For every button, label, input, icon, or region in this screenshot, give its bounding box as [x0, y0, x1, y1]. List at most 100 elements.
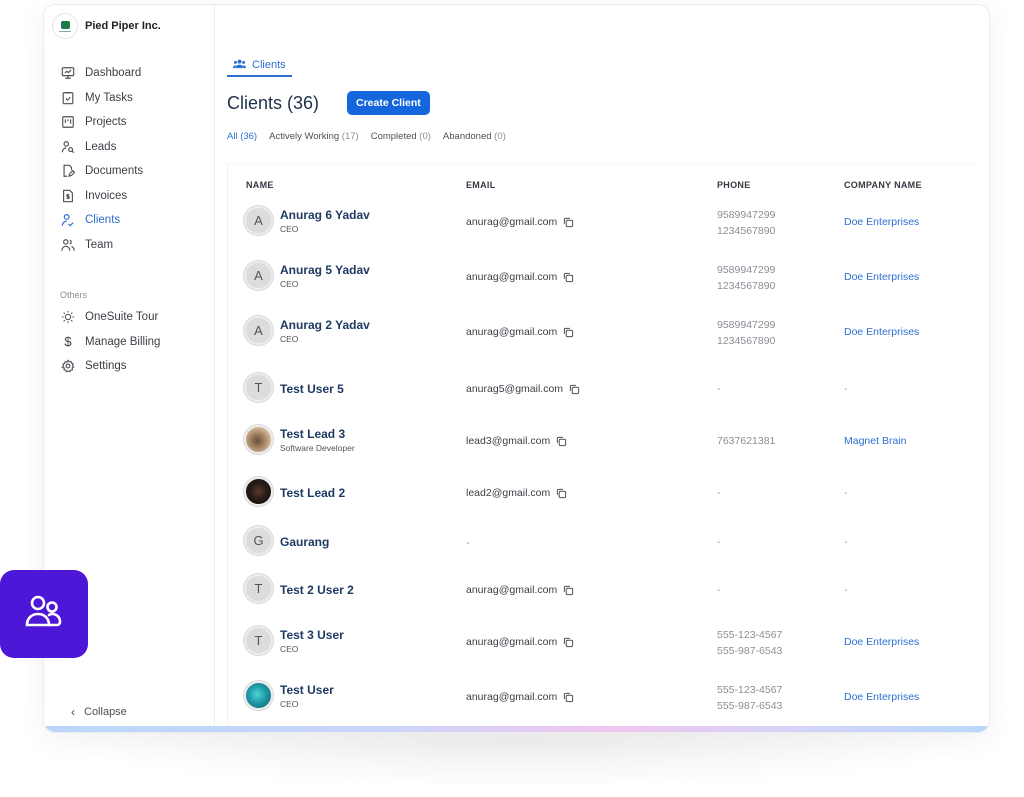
email-text: lead3@gmail.com [466, 435, 551, 447]
table-row[interactable]: Test Lead 2 lead2@gmail.com - - [228, 473, 977, 513]
sidebar-item-leads[interactable]: Leads [61, 135, 143, 160]
copy-icon[interactable] [563, 327, 574, 338]
document-edit-icon [61, 164, 75, 178]
sidebar-item-label: Team [85, 238, 114, 251]
avatar-initial: A [254, 323, 263, 338]
sidebar-item-documents[interactable]: Documents [61, 159, 143, 184]
sidebar-item-label: Invoices [85, 189, 128, 202]
phone-cell: - [717, 382, 721, 398]
sidebar-item-label: Manage Billing [85, 335, 161, 348]
copy-icon[interactable] [556, 436, 567, 447]
table-row[interactable]: T Test 2 User 2 anurag@gmail.com - - [228, 570, 977, 610]
phone-primary: - [717, 536, 721, 548]
sidebar-item-label: Projects [85, 116, 127, 129]
email-cell: lead3@gmail.com [466, 435, 567, 447]
table-row[interactable]: A Anurag 5 Yadav CEO anurag@gmail.com 958994… [228, 257, 977, 297]
sidebar-item-invoices[interactable]: Invoices [61, 184, 143, 209]
phone-cell: 7637621381 [717, 434, 775, 450]
sidebar-item-settings[interactable]: Settings [61, 354, 160, 379]
copy-icon[interactable] [563, 217, 574, 228]
filter-actively-working[interactable]: Actively Working (17) [269, 131, 359, 142]
tab-clients[interactable]: Clients [227, 55, 292, 77]
sidebar-item-onesuite-tour[interactable]: OneSuite Tour [61, 305, 160, 330]
column-header-phone[interactable]: PHONE [717, 180, 751, 190]
client-name-link[interactable]: Test Lead 3 [280, 427, 345, 441]
create-client-button[interactable]: Create Client [347, 91, 430, 115]
column-header-company-name[interactable]: COMPANY NAME [844, 180, 922, 190]
table-row[interactable]: Test User CEO anurag@gmail.com 555-123-4567… [228, 677, 977, 717]
column-header-email[interactable]: EMAIL [466, 180, 496, 190]
company-link[interactable]: Doe Enterprises [844, 636, 919, 648]
table-row[interactable]: T Test 3 User CEO anurag@gmail.com 555-123-4… [228, 622, 977, 662]
avatar-photo [244, 681, 273, 710]
email-text: anurag@gmail.com [466, 691, 558, 703]
copy-icon[interactable] [563, 637, 574, 648]
clients-feature-badge [0, 570, 88, 658]
client-name-link[interactable]: Anurag 6 Yadav [280, 208, 370, 222]
phone-secondary: 1234567890 [717, 279, 776, 292]
sidebar-item-projects[interactable]: Projects [61, 110, 143, 135]
copy-icon[interactable] [563, 585, 574, 596]
phone-primary: - [717, 383, 721, 395]
dollar-icon: $ [64, 334, 72, 350]
client-name-link[interactable]: Test User [280, 683, 334, 697]
table-row[interactable]: A Anurag 2 Yadav CEO anurag@gmail.com 958994… [228, 312, 977, 352]
company-link[interactable]: Doe Enterprises [844, 691, 919, 703]
avatar-initial: G [253, 533, 264, 548]
company-link[interactable]: Doe Enterprises [844, 271, 919, 283]
avatar: T [244, 574, 273, 603]
sidebar-item-my-tasks[interactable]: My Tasks [61, 86, 143, 111]
phone-cell: 555-123-4567 555-987-6543 [717, 683, 782, 714]
email-text: anurag@gmail.com [466, 584, 558, 596]
phone-secondary: 555-987-6543 [717, 644, 783, 657]
company-empty: - [844, 584, 848, 596]
filter-count: (0) [494, 131, 506, 142]
client-name-link[interactable]: Test User 5 [280, 382, 344, 396]
client-name-link[interactable]: Gaurang [280, 535, 329, 549]
copy-icon[interactable] [563, 272, 574, 283]
copy-icon[interactable] [569, 384, 580, 395]
company-link[interactable]: Doe Enterprises [844, 216, 919, 228]
client-role: CEO [280, 644, 299, 654]
table-row[interactable]: Test Lead 3 Software Developer lead3@gmail… [228, 421, 977, 461]
collapse-sidebar-button[interactable]: ‹ Collapse [71, 705, 127, 719]
client-name-link[interactable]: Test 3 User [280, 628, 344, 642]
client-name-link[interactable]: Test 2 User 2 [280, 583, 354, 597]
copy-icon[interactable] [563, 692, 574, 703]
company-link[interactable]: Doe Enterprises [844, 326, 919, 338]
phone-cell: 555-123-4567 555-987-6543 [717, 628, 782, 659]
sidebar-item-label: Clients [85, 214, 121, 227]
client-name-link[interactable]: Anurag 5 Yadav [280, 263, 370, 277]
phone-primary: 9589947299 [717, 264, 776, 276]
client-role: CEO [280, 334, 299, 344]
email-cell: anurag@gmail.com [466, 326, 574, 338]
table-row[interactable]: A Anurag 6 Yadav CEO anurag@gmail.com 958994… [228, 202, 977, 242]
status-filters: All (36) Actively Working (17) Completed… [227, 131, 506, 142]
avatar-initial: A [254, 213, 263, 228]
filter-all[interactable]: All (36) [227, 131, 257, 142]
email-cell: anurag@gmail.com [466, 271, 574, 283]
user-check-icon [61, 213, 75, 227]
company-link[interactable]: Magnet Brain [844, 435, 906, 447]
sidebar-item-manage-billing[interactable]: $ Manage Billing [61, 330, 160, 355]
email-cell: lead2@gmail.com [466, 487, 567, 499]
sidebar-item-team[interactable]: Team [61, 233, 143, 258]
column-header-name[interactable]: NAME [246, 180, 274, 190]
invoice-icon [61, 189, 75, 203]
sidebar-item-clients[interactable]: Clients [61, 208, 143, 233]
sidebar-item-dashboard[interactable]: Dashboard [61, 61, 143, 86]
filter-abandoned[interactable]: Abandoned (0) [443, 131, 506, 142]
filter-completed[interactable]: Completed (0) [371, 131, 431, 142]
table-row[interactable]: G Gaurang - - - [228, 522, 977, 562]
org-switcher[interactable]: Pied Piper Inc. [52, 13, 161, 39]
gear-icon [61, 359, 75, 373]
client-name-link[interactable]: Test Lead 2 [280, 486, 345, 500]
users-icon [61, 238, 75, 252]
avatar: A [244, 261, 273, 290]
client-name-link[interactable]: Anurag 2 Yadav [280, 318, 370, 332]
copy-icon[interactable] [556, 488, 567, 499]
email-cell: anurag@gmail.com [466, 584, 574, 596]
client-role: CEO [280, 224, 299, 234]
table-row[interactable]: T Test User 5 anurag5@gmail.com - - [228, 369, 977, 409]
user-search-icon [61, 140, 75, 154]
